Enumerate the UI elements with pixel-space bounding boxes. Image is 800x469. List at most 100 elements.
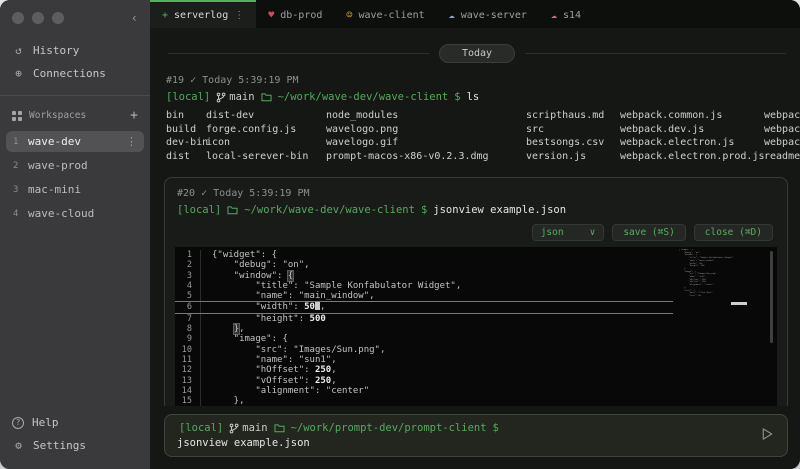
file-name: webpack.electron.js [620, 136, 764, 150]
file-name: dist [166, 150, 206, 164]
workspace-item[interactable]: 1 wave-dev ⋮ [6, 131, 144, 152]
workspace-item[interactable]: 2 wave-prod [6, 155, 144, 176]
file-name: dist-dev [206, 109, 326, 123]
date-divider: Today [168, 44, 786, 63]
session-scroll-area[interactable]: Today #19 ✓ Today 5:39:19 PM [local] [150, 28, 800, 406]
workspace-list: 1 wave-dev ⋮ 2 wave-prod 3 mac-mini 4 wa… [0, 131, 150, 227]
tab-menu-icon[interactable]: ⋮ [234, 10, 244, 21]
workspaces-header: Workspaces + [0, 104, 150, 127]
tab-label: wave-client [358, 10, 424, 21]
tab-icon: + [162, 10, 168, 21]
workspace-number: 1 [13, 137, 20, 147]
close-button[interactable]: close (⌘D) [694, 224, 773, 241]
sidebar-item-settings[interactable]: ⚙ Settings [0, 434, 150, 457]
add-workspace-button[interactable]: + [130, 108, 138, 123]
git-branch: main [216, 91, 254, 103]
help-icon: ? [12, 417, 24, 429]
tab-icon: ♥ [268, 10, 274, 21]
block-meta: #19 ✓ Today 5:39:19 PM [166, 75, 788, 86]
sidebar-nav-item[interactable]: ↺ History [0, 39, 150, 62]
workspace-name: wave-cloud [28, 207, 94, 220]
app-window: ‹ ↺ History ⊕ Connections Workspaces + 1… [0, 0, 800, 469]
window-controls: ‹ [0, 0, 150, 25]
check-icon: ✓ [201, 188, 207, 199]
terminal-tab[interactable]: ☁ wave-server [437, 0, 539, 28]
git-branch-icon [229, 423, 239, 434]
nav-icon: ↺ [12, 44, 25, 57]
workspaces-label: Workspaces [29, 110, 86, 121]
editor-scrollbar[interactable] [770, 251, 773, 343]
terminal-tab[interactable]: ♥ db-prod [256, 0, 334, 28]
command-input[interactable]: jsonview example.json [177, 437, 775, 449]
minimap[interactable]: {"widget": { "debug": "on", "window": { … [679, 249, 751, 399]
file-name: scripthaus.md [526, 109, 620, 123]
workspaces-grid-icon [12, 111, 22, 121]
terminal-tab[interactable]: + serverlog ⋮ [150, 0, 256, 28]
file-name: prompt-macos-x86-v0.2.3.dmg [326, 150, 526, 164]
block-meta: #20 ✓ Today 5:39:19 PM [177, 188, 775, 199]
file-name: src [526, 123, 620, 137]
file-name: webpack.prod.js [764, 109, 800, 123]
close-window-button[interactable] [12, 12, 24, 24]
nav-icon: ⊕ [12, 67, 25, 80]
git-branch-icon [216, 92, 226, 103]
file-name: node_modules [326, 109, 526, 123]
save-button[interactable]: save (⌘S) [612, 224, 685, 241]
workspace-number: 4 [13, 209, 20, 219]
jsonview-panel: json ∨ save (⌘S) close (⌘D) 1{"widget": … [175, 222, 777, 406]
workspace-name: mac-mini [28, 183, 81, 196]
file-name: bestsongs.csv [526, 136, 620, 150]
sidebar-nav: ↺ History ⊕ Connections [0, 39, 150, 85]
sidebar-footer: ? Help ⚙ Settings [0, 411, 150, 469]
file-name: local-serever-bin [206, 150, 326, 164]
sidebar-divider [0, 95, 150, 96]
settings-label: Settings [33, 439, 86, 452]
send-icon[interactable] [760, 426, 775, 445]
file-name: webpack.dev.js [620, 123, 764, 137]
nav-label: History [33, 44, 79, 57]
tab-icon: ☁ [551, 10, 557, 21]
git-branch: main [229, 422, 267, 434]
tab-label: serverlog [174, 10, 228, 21]
command-input-bar[interactable]: [local] main ~/work/prompt-dev/prompt-cl… [164, 414, 788, 457]
folder-icon [227, 205, 238, 215]
tab-bar: + serverlog ⋮ ♥ db-prod ☺ wave-client ☁ … [150, 0, 800, 28]
zoom-window-button[interactable] [52, 12, 64, 24]
file-name: wavelogo.png [326, 123, 526, 137]
file-name: webpack.share.js [764, 136, 800, 150]
file-name: wavelogo.gif [326, 136, 526, 150]
workspace-menu-icon[interactable]: ⋮ [126, 135, 137, 148]
nav-label: Connections [33, 67, 106, 80]
collapse-sidebar-icon[interactable]: ‹ [131, 11, 138, 25]
prompt-line: [local] main ~/work/wave-dev/wave-client… [166, 91, 788, 103]
help-label: Help [32, 416, 59, 429]
prompt-line: [local] ~/work/wave-dev/wave-client $ js… [177, 204, 775, 216]
workspace-item[interactable]: 4 wave-cloud [6, 203, 144, 224]
ls-output: bindist-devnode_modulesscripthaus.mdwebp… [166, 109, 788, 163]
tab-label: db-prod [280, 10, 322, 21]
workspace-number: 3 [13, 185, 20, 195]
file-name: dev-bin [166, 136, 206, 150]
json-editor[interactable]: 1{"widget": {2 "debug": "on",3 "window":… [175, 247, 777, 406]
file-name: webpack.common.js [620, 109, 764, 123]
workspace-name: wave-prod [28, 159, 88, 172]
minimap-cursor [731, 302, 747, 305]
folder-icon [274, 423, 285, 433]
folder-icon [261, 92, 272, 102]
workspace-item[interactable]: 3 mac-mini [6, 179, 144, 200]
sidebar-nav-item[interactable]: ⊕ Connections [0, 62, 150, 85]
file-name: webpack.electron.prod.js [620, 150, 764, 164]
input-prompt-line: [local] main ~/work/prompt-dev/prompt-cl… [179, 422, 773, 434]
terminal-tab[interactable]: ☺ wave-client [334, 0, 436, 28]
terminal-tab[interactable]: ☁ s14 [539, 0, 593, 28]
date-pill: Today [439, 44, 515, 63]
file-name: bin [166, 109, 206, 123]
tab-icon: ☁ [449, 10, 455, 21]
gear-icon: ⚙ [12, 439, 25, 452]
command-block-20[interactable]: #20 ✓ Today 5:39:19 PM [local] ~/work/wa… [164, 177, 788, 406]
sidebar-item-help[interactable]: ? Help [0, 411, 150, 434]
check-icon: ✓ [190, 75, 196, 86]
mode-select[interactable]: json ∨ [532, 224, 605, 241]
workspace-number: 2 [13, 161, 20, 171]
minimize-window-button[interactable] [32, 12, 44, 24]
